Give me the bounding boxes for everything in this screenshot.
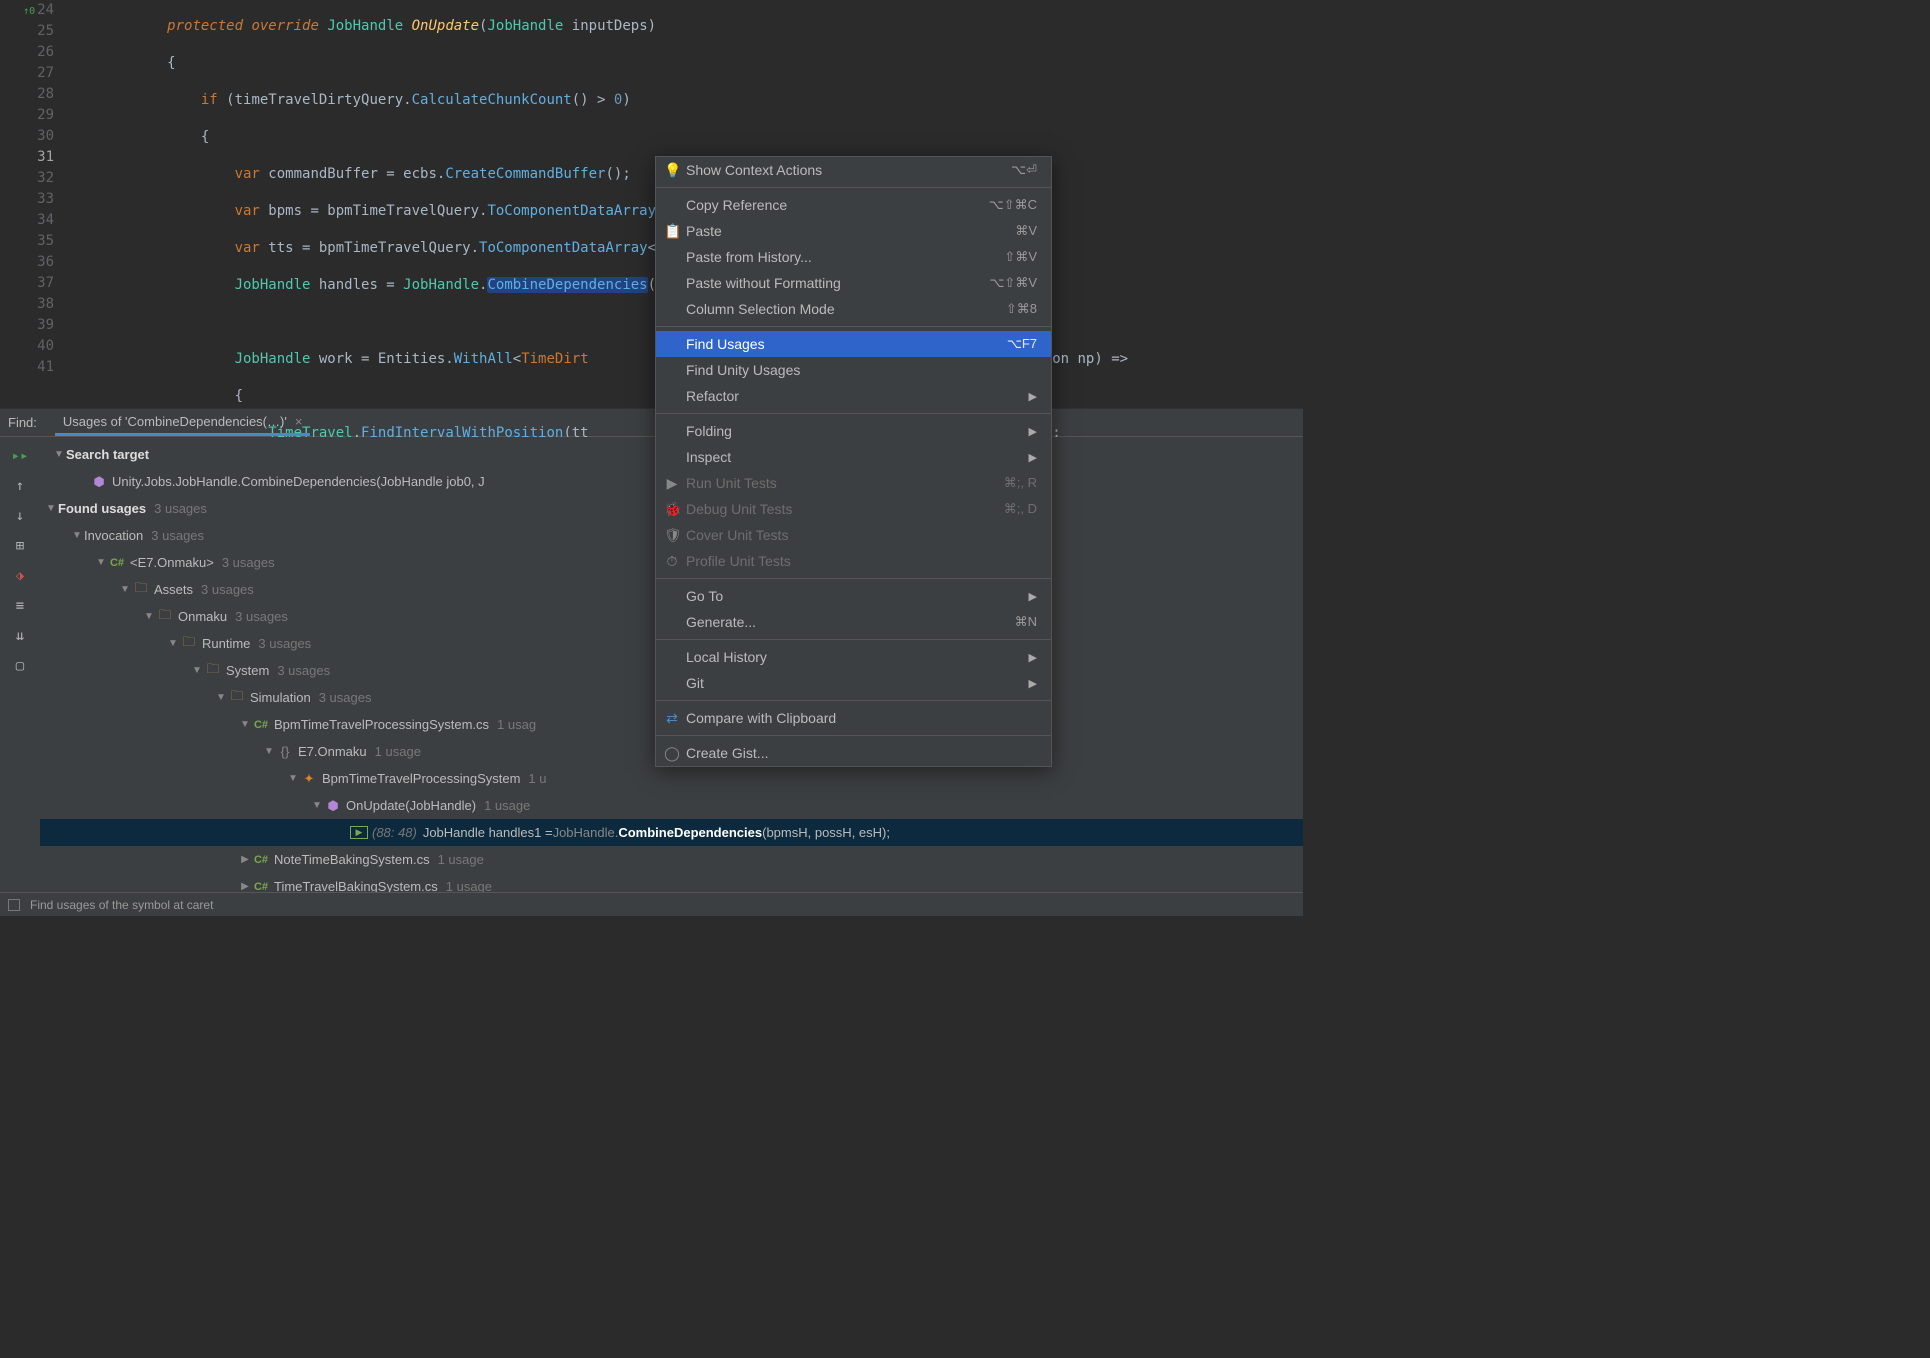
layout-icon[interactable]: ▢ [7, 653, 33, 679]
menu-separator [656, 700, 1051, 701]
menu-paste-plain[interactable]: Paste without Formatting⌥⇧⌘V [656, 270, 1051, 296]
menu-separator [656, 578, 1051, 579]
compare-icon: ⇄ [664, 710, 680, 727]
play-icon: ▶ [664, 475, 680, 492]
flatten-icon[interactable]: ≡ [7, 593, 33, 619]
method-icon: ⬢ [90, 474, 108, 490]
bug-icon: 🐞 [664, 501, 680, 518]
gutter: ↑024 25 26 27 28 29 30 31 32 33 34 35 36… [0, 0, 62, 408]
shield-icon: 🛡 [664, 527, 680, 544]
menu-paste[interactable]: 📋Paste⌘V [656, 218, 1051, 244]
menu-folding[interactable]: Folding▶ [656, 418, 1051, 444]
folder-icon: 🗀 [156, 606, 174, 628]
close-icon[interactable]: × [295, 414, 303, 429]
stopwatch-icon: ⏱ [664, 553, 680, 570]
folder-icon: 🗀 [228, 687, 246, 709]
selected-symbol[interactable]: CombineDependencies [487, 277, 647, 293]
prev-icon[interactable]: ↑ [7, 473, 33, 499]
gutter-marker: ↑0 [23, 1, 35, 22]
chevron-right-icon: ▶ [1029, 651, 1037, 664]
bulb-icon: 💡 [664, 162, 680, 179]
csharp-file-icon: C# [252, 719, 270, 731]
class-icon: ✦ [300, 771, 318, 787]
menu-separator [656, 326, 1051, 327]
paste-icon: 📋 [664, 223, 680, 240]
namespace-icon: {} [276, 744, 294, 759]
rerun-icon[interactable]: ▸▸ [7, 443, 33, 469]
folder-icon: 🗀 [132, 579, 150, 601]
menu-inspect[interactable]: Inspect▶ [656, 444, 1051, 470]
group-icon[interactable]: ⊞ [7, 533, 33, 559]
menu-copy-reference[interactable]: Copy Reference⌥⇧⌘C [656, 192, 1051, 218]
menu-paste-history[interactable]: Paste from History...⇧⌘V [656, 244, 1051, 270]
csharp-file-icon: C# [252, 881, 270, 893]
chevron-right-icon: ▶ [1029, 677, 1037, 690]
menu-find-usages[interactable]: Find Usages⌥F7 [656, 331, 1051, 357]
menu-cover-tests: 🛡Cover Unit Tests [656, 522, 1051, 548]
menu-separator [656, 735, 1051, 736]
tree-method[interactable]: ▼ ⬢ OnUpdate(JobHandle)1 usage [40, 792, 1303, 819]
menu-git[interactable]: Git▶ [656, 670, 1051, 696]
square-icon [8, 899, 20, 911]
menu-generate[interactable]: Generate...⌘N [656, 609, 1051, 635]
menu-show-context-actions[interactable]: 💡 Show Context Actions⌥⏎ [656, 157, 1051, 183]
find-label: Find: [8, 415, 37, 430]
menu-column-selection[interactable]: Column Selection Mode⇧⌘8 [656, 296, 1051, 322]
find-tab[interactable]: Usages of 'CombineDependencies(…)' × [55, 410, 311, 436]
menu-debug-tests: 🐞Debug Unit Tests⌘;, D [656, 496, 1051, 522]
menu-goto[interactable]: Go To▶ [656, 583, 1051, 609]
next-icon[interactable]: ↓ [7, 503, 33, 529]
tree-usage-line[interactable]: ▶ (88: 48) JobHandle handles1 = JobHandl… [40, 819, 1303, 846]
menu-local-history[interactable]: Local History▶ [656, 644, 1051, 670]
menu-separator [656, 187, 1051, 188]
menu-separator [656, 639, 1051, 640]
status-text: Find usages of the symbol at caret [30, 898, 213, 912]
collapse-icon[interactable]: ⇊ [7, 623, 33, 649]
tree-class[interactable]: ▼ ✦ BpmTimeTravelProcessingSystem1 u [40, 765, 1303, 792]
github-icon: ◯ [664, 745, 680, 762]
menu-compare-clipboard[interactable]: ⇄Compare with Clipboard [656, 705, 1051, 731]
chevron-right-icon: ▶ [1029, 590, 1037, 603]
chevron-right-icon: ▶ [1029, 390, 1037, 403]
tree-file2[interactable]: ▶ C# NoteTimeBakingSystem.cs1 usage [40, 846, 1303, 873]
csharp-file-icon: C# [252, 854, 270, 866]
menu-profile-tests: ⏱Profile Unit Tests [656, 548, 1051, 574]
run-icon: ▶ [350, 826, 368, 839]
find-panel: ▸▸ ↑ ↓ ⊞ ⬗ ≡ ⇊ ▢ ▼ Search target ⬢ Unity… [0, 436, 1303, 892]
menu-find-unity-usages[interactable]: Find Unity Usages [656, 357, 1051, 383]
menu-separator [656, 413, 1051, 414]
chevron-right-icon: ▶ [1029, 451, 1037, 464]
menu-run-tests: ▶Run Unit Tests⌘;, R [656, 470, 1051, 496]
folder-icon: 🗀 [204, 660, 222, 682]
menu-refactor[interactable]: Refactor▶ [656, 383, 1051, 409]
context-menu[interactable]: 💡 Show Context Actions⌥⏎ Copy Reference⌥… [655, 156, 1052, 767]
find-toolbar: ▸▸ ↑ ↓ ⊞ ⬗ ≡ ⇊ ▢ [0, 437, 40, 892]
status-bar: Find usages of the symbol at caret [0, 892, 1303, 916]
code-editor[interactable]: ↑024 25 26 27 28 29 30 31 32 33 34 35 36… [0, 0, 1303, 408]
csharp-icon: C# [108, 557, 126, 569]
menu-create-gist[interactable]: ◯Create Gist... [656, 740, 1051, 766]
method-icon: ⬢ [324, 798, 342, 814]
diff-icon[interactable]: ⬗ [7, 563, 33, 589]
folder-icon: 🗀 [180, 633, 198, 655]
tree-file3[interactable]: ▶ C# TimeTravelBakingSystem.cs1 usage [40, 873, 1303, 892]
chevron-right-icon: ▶ [1029, 425, 1037, 438]
